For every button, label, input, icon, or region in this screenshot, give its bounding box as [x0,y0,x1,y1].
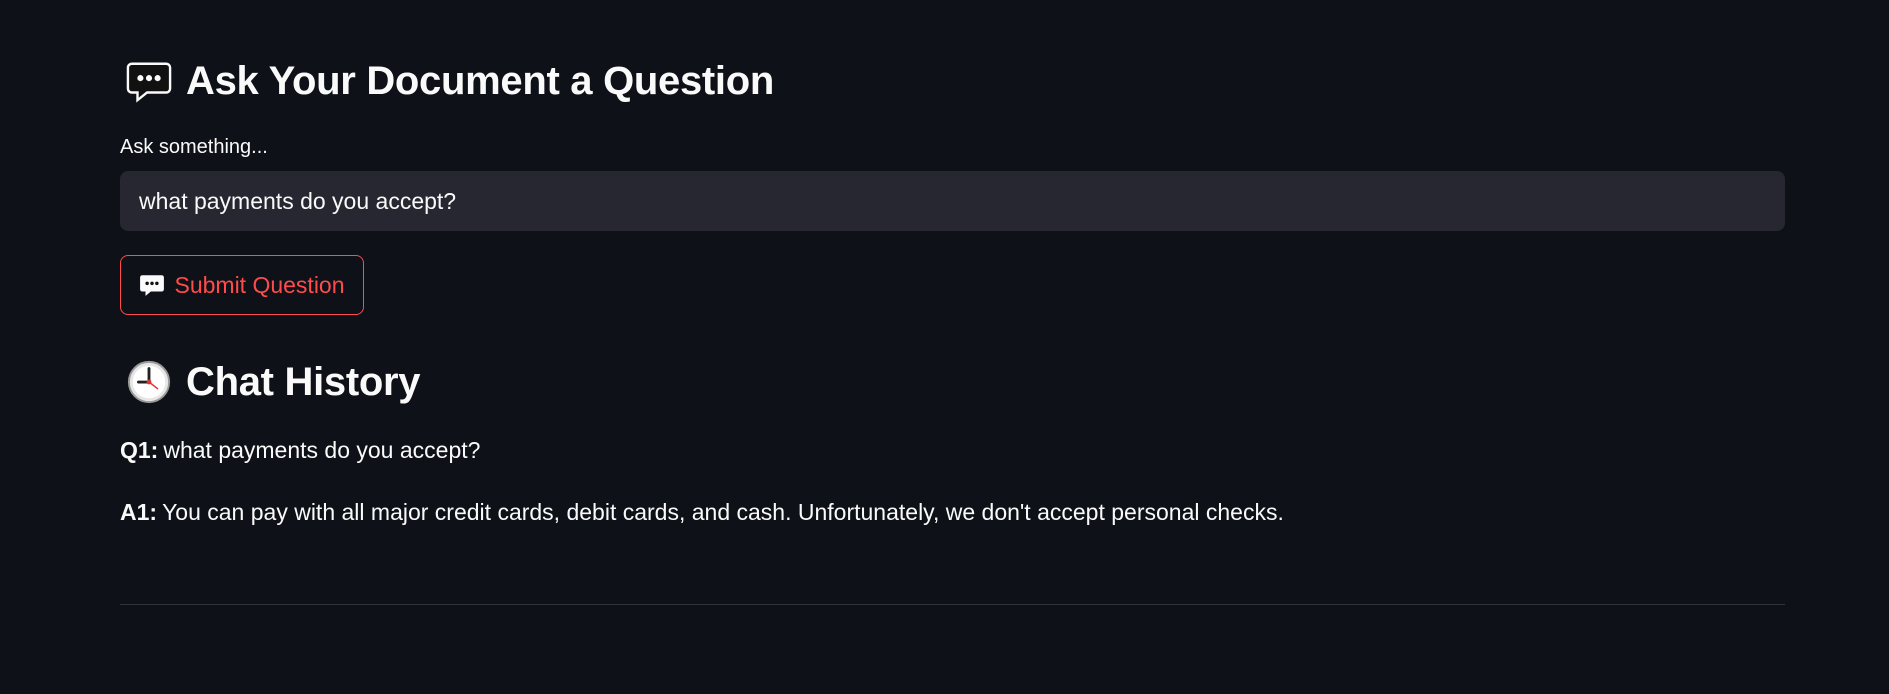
speech-balloon-icon [140,275,165,296]
question-input-value: what payments do you accept? [139,187,457,214]
question-number: Q1: [120,437,159,463]
history-answer: A1: You can pay with all major credit car… [120,499,1284,526]
submit-question-button[interactable]: Submit Question [120,255,364,315]
answer-number: A1: [120,499,158,525]
question-input[interactable]: what payments do you accept? [120,171,1785,231]
question-text: what payments do you accept? [163,437,481,463]
answer-text: You can pay with all major credit cards,… [162,499,1284,525]
history-question: Q1: what payments do you accept? [120,437,480,464]
speech-balloon-icon [126,62,172,103]
divider [120,604,1785,605]
chat-history-title-text: Chat History [186,359,421,404]
chat-history-title: Chat History [120,357,421,407]
question-input-label: Ask something... [120,136,268,158]
submit-question-label: Submit Question [174,271,345,298]
page-title: Ask Your Document a Question [120,56,774,106]
page-title-text: Ask Your Document a Question [186,58,775,103]
clock-icon [127,360,171,404]
